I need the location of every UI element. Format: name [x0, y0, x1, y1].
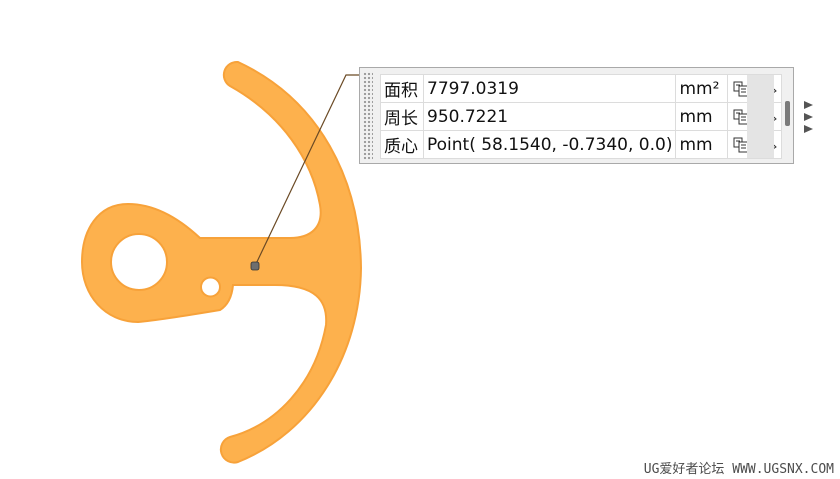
- centroid-label: 质心: [380, 130, 424, 159]
- table-row-area: 面积 7797.0319 mm²: [380, 74, 783, 103]
- expand-arrow-icon[interactable]: [804, 125, 813, 133]
- centroid-marker[interactable]: [250, 261, 260, 271]
- drag-grip[interactable]: [363, 72, 373, 160]
- measurement-table: 面积 7797.0319 mm² 周长 950.7221 mm 质心 Point…: [380, 74, 783, 159]
- area-unit[interactable]: mm²: [675, 74, 729, 103]
- table-row-perimeter: 周长 950.7221 mm: [380, 102, 783, 131]
- area-value[interactable]: 7797.0319: [422, 74, 677, 103]
- centroid-value[interactable]: Point( 58.1540, -0.7340, 0.0): [422, 130, 677, 159]
- expand-arrow-icon[interactable]: [804, 101, 813, 109]
- part-face[interactable]: [80, 60, 363, 464]
- perimeter-label: 周长: [380, 102, 424, 131]
- watermark-text: UG爱好者论坛 WWW.UGSNX.COM: [643, 462, 834, 477]
- centroid-unit[interactable]: mm: [675, 130, 729, 159]
- expand-arrow-icon[interactable]: [804, 113, 813, 121]
- measurement-panel[interactable]: 面积 7797.0319 mm² 周长 950.7221 mm 质心 Point…: [359, 67, 813, 164]
- scrollbar-thumb[interactable]: [785, 101, 790, 126]
- table-row-centroid: 质心 Point( 58.1540, -0.7340, 0.0) mm: [380, 130, 783, 159]
- scrollbar-track[interactable]: [747, 75, 774, 158]
- perimeter-value[interactable]: 950.7221: [422, 102, 677, 131]
- anchor-body[interactable]: [80, 60, 363, 464]
- perimeter-unit[interactable]: mm: [675, 102, 729, 131]
- area-label: 面积: [380, 74, 424, 103]
